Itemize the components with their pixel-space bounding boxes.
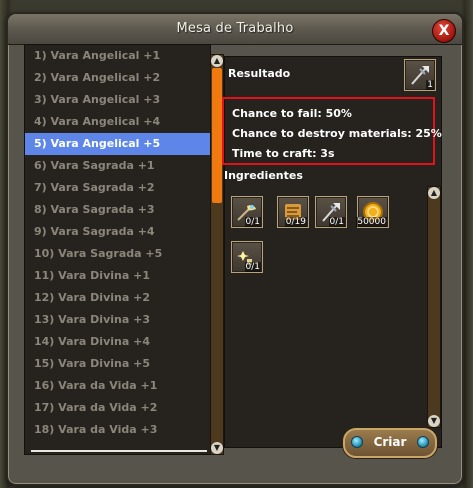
list-item[interactable]: 15) Vara Divina +5 bbox=[25, 353, 210, 375]
ingredient-slot[interactable]: 0/1 bbox=[231, 196, 263, 228]
ingredient-slot[interactable]: 0/1 bbox=[231, 241, 263, 273]
ingredient-count: 0/1 bbox=[244, 217, 261, 227]
craft-button-label: Criar bbox=[373, 435, 407, 449]
craft-button[interactable]: Criar bbox=[343, 428, 437, 458]
close-button[interactable]: X bbox=[432, 19, 456, 43]
list-item[interactable]: 14) Vara Divina +4 bbox=[25, 331, 210, 353]
ingredient-count: 0/1 bbox=[328, 217, 345, 227]
recipe-list: 1) Vara Angelical +1 2) Vara Angelical +… bbox=[24, 44, 211, 455]
list-item[interactable]: 9) Vara Sagrada +4 bbox=[25, 221, 210, 243]
craft-info-box: Chance to fail: 50% Chance to destroy ma… bbox=[222, 97, 442, 165]
ingredient-count: 50000 bbox=[356, 217, 387, 227]
list-item[interactable]: 3) Vara Angelical +3 bbox=[25, 89, 210, 111]
scroll-up-icon[interactable]: ▲ bbox=[211, 55, 223, 67]
list-item[interactable]: 8) Vara Sagrada +3 bbox=[25, 199, 210, 221]
list-item[interactable]: 12) Vara Divina +2 bbox=[25, 287, 210, 309]
list-item[interactable]: 4) Vara Angelical +4 bbox=[25, 111, 210, 133]
list-item[interactable]: 13) Vara Divina +3 bbox=[25, 309, 210, 331]
window-title: Mesa de Trabalho bbox=[176, 21, 294, 36]
list-item[interactable]: 17) Vara da Vida +2 bbox=[25, 397, 210, 419]
ingredient-count: 0/1 bbox=[244, 262, 261, 272]
list-item[interactable]: 2) Vara Angelical +2 bbox=[25, 67, 210, 89]
craft-time: Time to craft: 3s bbox=[232, 147, 335, 160]
list-item[interactable]: 1) Vara Angelical +1 bbox=[25, 45, 210, 67]
destroy-chance: Chance to destroy materials: 25% bbox=[232, 127, 442, 140]
list-item[interactable]: 18) Vara da Vida +3 bbox=[25, 419, 210, 441]
gem-icon bbox=[417, 436, 429, 448]
list-item[interactable]: 6) Vara Sagrada +1 bbox=[25, 155, 210, 177]
scroll-down-icon[interactable]: ▼ bbox=[211, 442, 223, 454]
ingredient-slot[interactable]: 0/1 bbox=[315, 196, 347, 228]
ingredients-scrollbar[interactable]: ▲ ▼ bbox=[427, 186, 441, 428]
title-bar[interactable]: Mesa de Trabalho X bbox=[8, 14, 462, 45]
result-label: Resultado bbox=[228, 67, 291, 80]
ingredient-slot[interactable]: 0/19 bbox=[277, 196, 309, 228]
result-slot[interactable]: 1 bbox=[404, 59, 436, 91]
ingredient-slot[interactable]: 50000 bbox=[356, 196, 389, 228]
result-count: 1 bbox=[426, 80, 434, 90]
scroll-up-icon[interactable]: ▲ bbox=[428, 187, 440, 199]
gem-icon bbox=[351, 436, 363, 448]
ingredients-label: Ingredientes bbox=[224, 169, 303, 182]
list-item[interactable]: 16) Vara da Vida +1 bbox=[25, 375, 210, 397]
ingredient-count: 0/19 bbox=[284, 217, 307, 227]
list-item[interactable]: 11) Vara Divina +1 bbox=[25, 265, 210, 287]
list-item[interactable]: 10) Vara Sagrada +5 bbox=[25, 243, 210, 265]
list-item[interactable]: 7) Vara Sagrada +2 bbox=[25, 177, 210, 199]
scroll-down-icon[interactable]: ▼ bbox=[428, 415, 440, 427]
fail-chance: Chance to fail: 50% bbox=[232, 107, 352, 120]
list-divider bbox=[31, 450, 207, 452]
list-scroll-thumb[interactable] bbox=[212, 68, 222, 203]
list-item-selected[interactable]: 5) Vara Angelical +5 bbox=[25, 133, 210, 155]
